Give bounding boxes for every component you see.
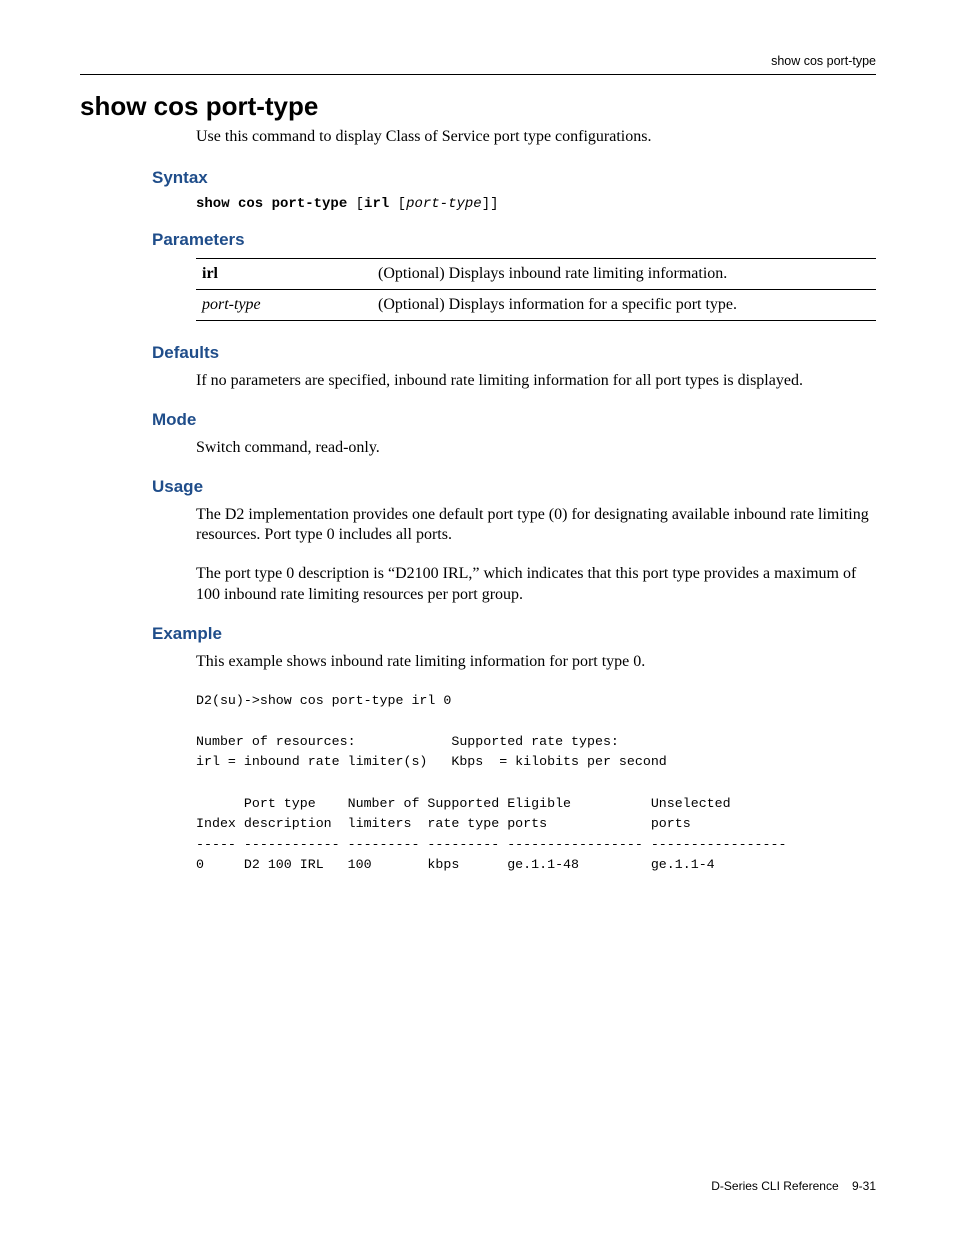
page-footer: D-Series CLI Reference 9-31 — [711, 1179, 876, 1193]
footer-page-number: 9-31 — [852, 1179, 876, 1193]
content-body: Use this command to display Class of Ser… — [196, 128, 876, 146]
footer-doc-title: D-Series CLI Reference — [711, 1179, 838, 1193]
intro-text: Use this command to display Class of Ser… — [196, 128, 876, 146]
usage-text-2: The port type 0 description is “D2100 IR… — [196, 564, 876, 606]
syntax-keyword: irl — [364, 196, 389, 212]
mode-heading: Mode — [80, 410, 876, 430]
page: show cos port-type show cos port-type Us… — [0, 0, 954, 876]
parameters-heading: Parameters — [80, 230, 876, 250]
table-row: port-type (Optional) Displays informatio… — [196, 290, 876, 321]
syntax-arg: port-type — [406, 196, 482, 212]
syntax-cmd: show cos port-type — [196, 196, 347, 212]
syntax-bracket: [ — [347, 196, 364, 212]
defaults-text: If no parameters are specified, inbound … — [196, 371, 876, 392]
syntax-bracket: ]] — [482, 196, 499, 212]
header-rule — [80, 74, 876, 75]
param-name: irl — [196, 259, 374, 290]
usage-text-1: The D2 implementation provides one defau… — [196, 505, 876, 547]
example-heading: Example — [80, 624, 876, 644]
example-intro: This example shows inbound rate limiting… — [196, 652, 876, 673]
defaults-heading: Defaults — [80, 343, 876, 363]
mode-text: Switch command, read-only. — [196, 438, 876, 459]
param-desc: (Optional) Displays information for a sp… — [374, 290, 876, 321]
running-header: show cos port-type — [80, 54, 876, 74]
example-output: D2(su)->show cos port-type irl 0 Number … — [196, 691, 876, 876]
syntax-heading: Syntax — [80, 168, 876, 188]
page-title: show cos port-type — [80, 91, 876, 122]
table-row: irl (Optional) Displays inbound rate lim… — [196, 259, 876, 290]
syntax-command: show cos port-type [irl [port-type]] — [196, 196, 876, 212]
syntax-bracket: [ — [389, 196, 406, 212]
parameters-table: irl (Optional) Displays inbound rate lim… — [196, 258, 876, 321]
usage-heading: Usage — [80, 477, 876, 497]
param-desc: (Optional) Displays inbound rate limitin… — [374, 259, 876, 290]
param-name: port-type — [196, 290, 374, 321]
